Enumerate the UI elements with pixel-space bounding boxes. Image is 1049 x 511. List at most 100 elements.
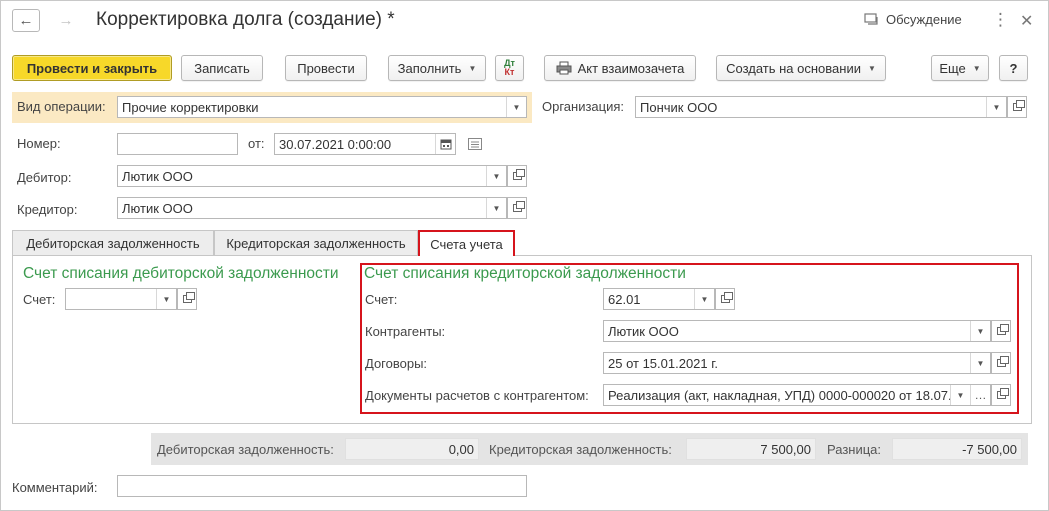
open-settlement-docs-button[interactable] [991, 384, 1011, 406]
debit-account-select[interactable]: ▼ [65, 288, 177, 310]
difference-label: Разница: [827, 442, 882, 457]
create-based-on-button[interactable]: Создать на основании ▼ [716, 55, 886, 81]
forward-button[interactable]: → [52, 9, 80, 32]
calendar-icon [440, 139, 451, 150]
contracts-label: Договоры: [365, 356, 428, 371]
create-based-on-label: Создать на основании [726, 60, 861, 76]
ellipsis-icon[interactable]: … [970, 385, 990, 405]
open-icon [1012, 100, 1025, 111]
operation-type-select[interactable]: Прочие корректировки ▼ [117, 96, 527, 118]
organization-label: Организация: [542, 99, 625, 114]
creditor-select[interactable]: Лютик ООО ▼ [117, 197, 507, 219]
chevron-down-icon[interactable]: ▼ [970, 353, 990, 373]
contractors-select[interactable]: Лютик ООО ▼ [603, 320, 991, 342]
credit-account-value: 62.01 [608, 291, 641, 307]
open-icon [996, 356, 1009, 367]
debit-account-label: Счет: [23, 292, 56, 307]
chevron-down-icon[interactable]: ▼ [486, 166, 506, 186]
open-icon [996, 388, 1009, 399]
chevron-down-icon[interactable]: ▼ [156, 289, 176, 309]
open-icon [512, 169, 525, 180]
close-icon[interactable]: ✕ [1020, 11, 1033, 31]
chevron-down-icon: ▼ [972, 63, 981, 73]
operation-type-value: Прочие корректировки [122, 99, 259, 115]
open-organization-button[interactable] [1007, 96, 1027, 118]
more-button[interactable]: Еще ▼ [931, 55, 989, 81]
chevron-down-icon: ▼ [468, 63, 477, 73]
post-button[interactable]: Провести [285, 55, 367, 81]
settlement-docs-value: Реализация (акт, накладная, УПД) 0000-00… [608, 387, 950, 403]
contracts-select[interactable]: 25 от 15.01.2021 г. ▼ [603, 352, 991, 374]
open-contractors-button[interactable] [991, 320, 1011, 342]
discussion-label: Обсуждение [886, 12, 962, 27]
date-label: от: [248, 136, 265, 151]
chevron-down-icon[interactable]: ▼ [506, 97, 526, 117]
open-icon [182, 292, 195, 303]
open-creditor-button[interactable] [507, 197, 527, 219]
debtor-value: Лютик ООО [122, 168, 193, 184]
payables-total-label: Кредиторская задолженность: [489, 442, 672, 457]
date-value: 30.07.2021 0:00:00 [279, 136, 392, 152]
back-button[interactable]: ← [12, 9, 40, 32]
help-button[interactable]: ? [999, 55, 1028, 81]
number-input[interactable] [117, 133, 238, 155]
chevron-down-icon[interactable]: ▼ [486, 198, 506, 218]
open-debtor-button[interactable] [507, 165, 527, 187]
post-and-close-button[interactable]: Провести и закрыть [12, 55, 172, 81]
credit-account-select[interactable]: 62.01 ▼ [603, 288, 715, 310]
chevron-down-icon: ▼ [867, 63, 876, 73]
offset-act-label: Акт взаимозачета [577, 60, 685, 76]
receivables-total-value: 0,00 [345, 438, 479, 460]
tab-receivables[interactable]: Дебиторская задолженность [12, 230, 214, 255]
comment-input[interactable] [117, 475, 527, 497]
offset-act-button[interactable]: Акт взаимозачета [544, 55, 696, 81]
difference-value: -7 500,00 [892, 438, 1022, 460]
calendar-button[interactable] [435, 134, 455, 154]
open-debit-account-button[interactable] [177, 288, 197, 310]
save-button[interactable]: Записать [181, 55, 263, 81]
open-contracts-button[interactable] [991, 352, 1011, 374]
chat-icon [864, 12, 878, 25]
open-icon [512, 201, 525, 212]
fill-button[interactable]: Заполнить ▼ [388, 55, 486, 81]
operation-label: Вид операции: [17, 99, 106, 114]
contractors-label: Контрагенты: [365, 324, 446, 339]
more-label: Еще [939, 60, 966, 76]
debtor-label: Дебитор: [17, 170, 72, 185]
open-icon [996, 324, 1009, 335]
contracts-value: 25 от 15.01.2021 г. [608, 355, 719, 371]
debtor-select[interactable]: Лютик ООО ▼ [117, 165, 507, 187]
tab-payables[interactable]: Кредиторская задолженность [214, 230, 418, 255]
organization-select[interactable]: Пончик ООО ▼ [635, 96, 1007, 118]
debit-group-title: Счет списания дебиторской задолженности [23, 265, 339, 282]
chevron-down-icon[interactable]: ▼ [950, 385, 970, 405]
open-icon [720, 292, 733, 303]
tab-accounts[interactable]: Счета учета [418, 230, 515, 256]
open-credit-account-button[interactable] [715, 288, 735, 310]
creditor-label: Кредитор: [17, 202, 78, 217]
chevron-down-icon[interactable]: ▼ [970, 321, 990, 341]
settlement-docs-label: Документы расчетов с контрагентом: [365, 388, 589, 403]
organization-value: Пончик ООО [640, 99, 718, 115]
dt-kt-icon: Дт Кт [504, 58, 515, 77]
receivables-total-label: Дебиторская задолженность: [157, 442, 334, 457]
comment-label: Комментарий: [12, 480, 98, 495]
creditor-value: Лютик ООО [122, 200, 193, 216]
page-title: Корректировка долга (создание) * [96, 9, 395, 30]
discussion-button[interactable]: Обсуждение [864, 12, 962, 27]
printer-icon [556, 61, 572, 75]
arrow-right-icon: → [58, 12, 74, 29]
credit-group-title: Счет списания кредиторской задолженности [364, 265, 686, 282]
fill-label: Заполнить [397, 60, 462, 76]
credit-account-label: Счет: [365, 292, 398, 307]
number-label: Номер: [17, 136, 61, 151]
dt-kt-button[interactable]: Дт Кт [495, 55, 524, 81]
chevron-down-icon[interactable]: ▼ [986, 97, 1006, 117]
date-input[interactable]: 30.07.2021 0:00:00 [274, 133, 456, 155]
list-icon[interactable] [468, 138, 482, 153]
contractors-value: Лютик ООО [608, 323, 679, 339]
arrow-left-icon: ← [18, 12, 34, 29]
chevron-down-icon[interactable]: ▼ [694, 289, 714, 309]
more-vertical-icon[interactable]: ⋮ [992, 10, 1009, 30]
settlement-docs-select[interactable]: Реализация (акт, накладная, УПД) 0000-00… [603, 384, 991, 406]
